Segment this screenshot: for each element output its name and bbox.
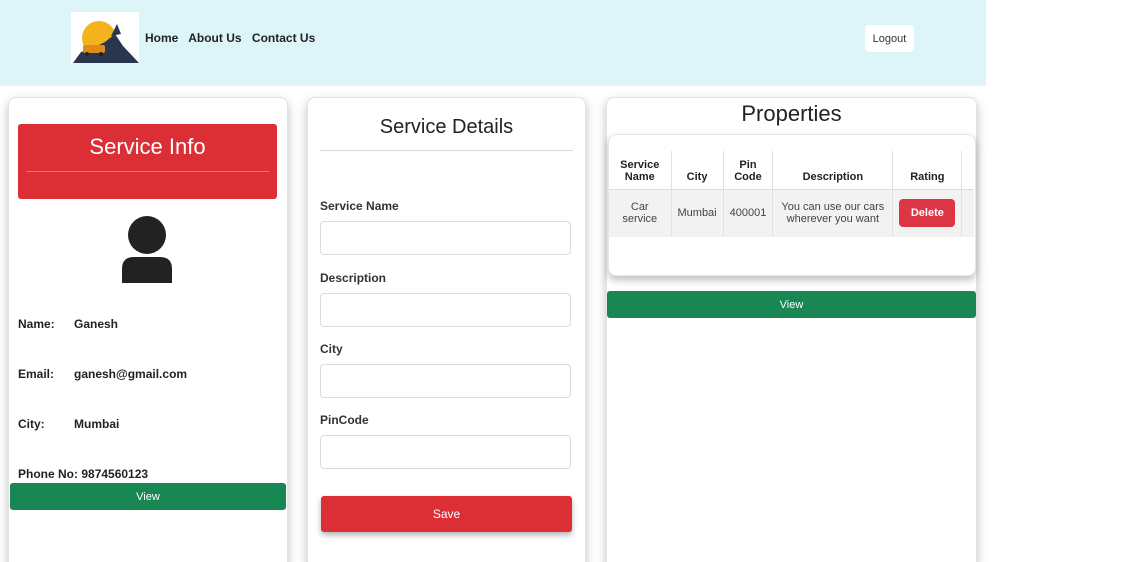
service-info-header: Service Info [18,124,277,199]
user-avatar-icon [122,216,172,283]
pincode-input[interactable] [320,435,571,469]
service-name-input[interactable] [320,221,571,255]
cell-pin-code: 400001 [722,188,773,237]
properties-card: Properties Service Name City Pin Code De… [606,97,977,562]
service-info-title: Service Info [89,134,206,159]
properties-title: Properties [741,101,842,126]
column-header: Rating [892,151,962,189]
email-row: Email: ganesh@gmail.com [18,367,187,381]
city-value: Mumbai [74,417,120,431]
cell-service-name: Car service [609,188,671,237]
properties-view-button[interactable]: View [607,291,976,318]
description-label: Description [320,271,387,285]
nav-home-link[interactable]: Home [145,31,178,45]
column-header: City [670,151,724,189]
cell-rating: Delete [892,188,962,237]
phone-row: Phone No: 9874560123 [18,467,148,481]
name-label: Name: [18,317,55,331]
service-name-label: Service Name [320,199,399,213]
city-input-label: City [320,342,343,356]
phone-label: Phone No: [18,467,78,481]
details-divider [320,150,573,151]
logo[interactable] [71,12,139,63]
cell-empty [961,188,975,237]
logo-image [71,12,139,63]
cell-description: You can use our cars wherever you want [772,188,893,237]
nav-links: Home About Us Contact Us [145,31,322,45]
description-input[interactable] [320,293,571,327]
name-value: Ganesh [74,317,119,331]
email-label: Email: [18,367,55,381]
header-divider [26,171,269,172]
logout-button[interactable]: Logout [865,25,914,52]
city-row: City: Mumbai [18,417,119,431]
properties-table-card: Service Name City Pin Code Description R… [608,134,976,276]
save-button[interactable]: Save [321,496,572,532]
phone-value: 9874560123 [81,467,149,481]
column-header-empty [961,151,975,189]
column-header: Service Name [620,158,660,183]
service-info-card: Service Info Name: Ganesh Email: ganesh@gm… [8,97,288,562]
service-details-card: Service Details Service Name Description… [307,97,586,562]
table-header-row: Service Name City Pin Code Description R… [609,151,975,189]
column-header: Pin Code [722,151,773,189]
service-details-title: Service Details [379,116,514,138]
table-row: Car service Mumbai 400001 You can use ou… [609,188,975,237]
delete-button[interactable]: Delete [899,199,956,228]
nav-contact-link[interactable]: Contact Us [252,31,315,45]
service-info-view-button[interactable]: View [10,483,286,510]
name-row: Name: Ganesh [18,317,118,331]
column-header: Description [772,151,893,189]
cell-city: Mumbai [670,188,724,237]
page: Home About Us Contact Us Logout Service … [0,0,1141,562]
properties-table: Service Name City Pin Code Description R… [609,151,975,237]
navbar: Home About Us Contact Us Logout [0,0,986,86]
city-label: City: [18,417,45,431]
city-input[interactable] [320,364,571,398]
email-value: ganesh@gmail.com [74,367,188,381]
nav-about-link[interactable]: About Us [188,31,241,45]
pincode-label: PinCode [320,413,369,427]
